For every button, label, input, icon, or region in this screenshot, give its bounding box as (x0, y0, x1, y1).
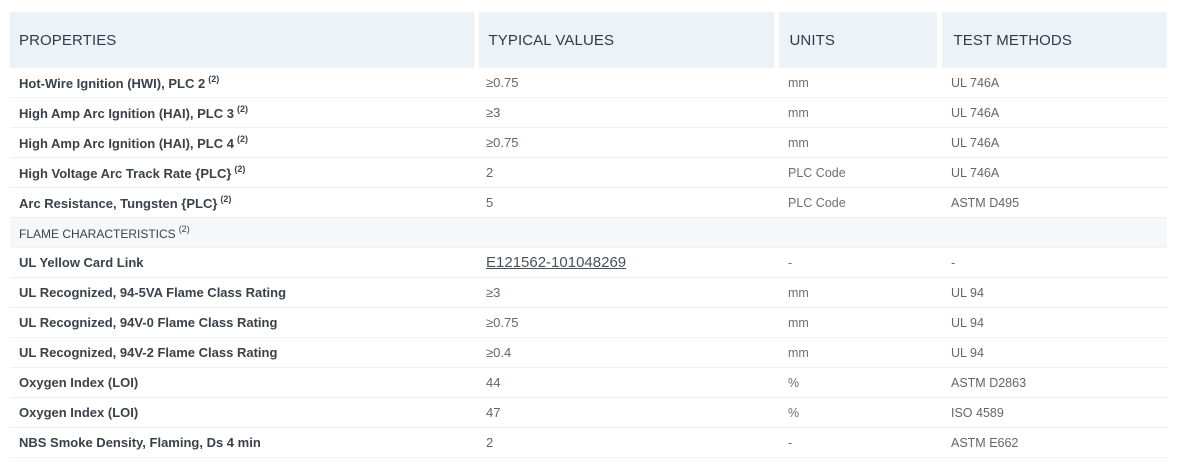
property-cell: Hot-Wire Ignition (HWI), PLC 2 (2) (10, 68, 476, 98)
value-cell: ≥0.75 (476, 68, 776, 98)
value-cell: ≥3 (476, 97, 776, 128)
table-header: PROPERTIES TYPICAL VALUES UNITS TEST MET… (10, 12, 1167, 68)
table-row: Oxygen Index (LOI) 44 % ASTM D2863 (10, 367, 1167, 398)
value-cell: 2 (476, 157, 776, 188)
unit-cell: mm (776, 127, 939, 158)
footnote-ref: (2) (236, 134, 248, 144)
method-cell: ISO 4589 (939, 397, 1167, 428)
value-cell: 2 (476, 427, 776, 458)
properties-table-container: PROPERTIES TYPICAL VALUES UNITS TEST MET… (10, 12, 1167, 458)
property-cell: Oxygen Index (LOI) (10, 397, 476, 428)
section-title: FLAME CHARACTERISTICS (2) (10, 217, 1167, 248)
footnote-ref: (2) (236, 104, 248, 114)
method-cell: UL 94 (939, 337, 1167, 368)
header-row: PROPERTIES TYPICAL VALUES UNITS TEST MET… (10, 12, 1167, 68)
property-name: High Voltage Arc Track Rate {PLC} (19, 166, 232, 181)
value-cell: E121562-101048269 (476, 247, 776, 278)
property-cell: UL Yellow Card Link (10, 247, 476, 278)
section-label: FLAME CHARACTERISTICS (19, 227, 176, 241)
unit-cell: mm (776, 97, 939, 128)
method-cell: ASTM E662 (939, 427, 1167, 458)
method-cell: ASTM D2863 (939, 367, 1167, 398)
footnote-ref: (2) (220, 194, 232, 204)
table-row: High Amp Arc Ignition (HAI), PLC 4 (2) ≥0… (10, 127, 1167, 158)
properties-table: PROPERTIES TYPICAL VALUES UNITS TEST MET… (10, 12, 1167, 458)
table-row: Arc Resistance, Tungsten {PLC} (2) 5 PLC … (10, 187, 1167, 218)
value-cell: ≥3 (476, 277, 776, 308)
property-cell: High Amp Arc Ignition (HAI), PLC 4 (2) (10, 127, 476, 158)
value-cell: 5 (476, 187, 776, 218)
ul-yellow-card-link[interactable]: E121562-101048269 (486, 254, 626, 271)
value-cell: ≥0.4 (476, 337, 776, 368)
property-cell: UL Recognized, 94V-2 Flame Class Rating (10, 337, 476, 368)
property-cell: High Amp Arc Ignition (HAI), PLC 3 (2) (10, 97, 476, 128)
method-cell: UL 746A (939, 127, 1167, 158)
property-name: Hot-Wire Ignition (HWI), PLC 2 (19, 76, 206, 91)
footnote-ref: (2) (234, 164, 246, 174)
table-body: Hot-Wire Ignition (HWI), PLC 2 (2) ≥0.75 … (10, 68, 1167, 458)
method-cell: UL 746A (939, 97, 1167, 128)
property-cell: NBS Smoke Density, Flaming, Ds 4 min (10, 427, 476, 458)
unit-cell: - (776, 247, 939, 278)
section-row-flame-characteristics: FLAME CHARACTERISTICS (2) (10, 217, 1167, 248)
unit-cell: % (776, 367, 939, 398)
table-row: Oxygen Index (LOI) 47 % ISO 4589 (10, 397, 1167, 428)
property-name: High Amp Arc Ignition (HAI), PLC 4 (19, 136, 234, 151)
table-row: NBS Smoke Density, Flaming, Ds 4 min 2 -… (10, 427, 1167, 458)
method-cell: UL 94 (939, 307, 1167, 338)
table-row: UL Recognized, 94V-2 Flame Class Rating … (10, 337, 1167, 368)
header-test-methods: TEST METHODS (939, 12, 1167, 68)
property-cell: UL Recognized, 94-5VA Flame Class Rating (10, 277, 476, 308)
value-cell: ≥0.75 (476, 307, 776, 338)
table-row: UL Recognized, 94-5VA Flame Class Rating… (10, 277, 1167, 308)
value-cell: 44 (476, 367, 776, 398)
table-row: UL Recognized, 94V-0 Flame Class Rating … (10, 307, 1167, 338)
value-cell: ≥0.75 (476, 127, 776, 158)
footnote-ref: (2) (208, 74, 220, 84)
property-cell: Arc Resistance, Tungsten {PLC} (2) (10, 187, 476, 218)
property-name: Arc Resistance, Tungsten {PLC} (19, 196, 218, 211)
property-name: High Amp Arc Ignition (HAI), PLC 3 (19, 106, 234, 121)
method-cell: UL 746A (939, 157, 1167, 188)
unit-cell: - (776, 427, 939, 458)
method-cell: UL 746A (939, 68, 1167, 98)
header-typical-values: TYPICAL VALUES (476, 12, 779, 68)
property-cell: High Voltage Arc Track Rate {PLC} (2) (10, 157, 476, 188)
method-cell: ASTM D495 (939, 187, 1167, 218)
unit-cell: mm (776, 337, 939, 368)
property-cell: UL Recognized, 94V-0 Flame Class Rating (10, 307, 476, 338)
table-row: High Voltage Arc Track Rate {PLC} (2) 2 P… (10, 157, 1167, 188)
property-cell: Oxygen Index (LOI) (10, 367, 476, 398)
unit-cell: mm (776, 277, 939, 308)
method-cell: - (939, 247, 1167, 278)
unit-cell: % (776, 397, 939, 428)
unit-cell: mm (776, 307, 939, 338)
value-cell: 47 (476, 397, 776, 428)
table-row-ul-yellow-card: UL Yellow Card Link E121562-101048269 - … (10, 247, 1167, 278)
table-row: Hot-Wire Ignition (HWI), PLC 2 (2) ≥0.75 … (10, 68, 1167, 98)
unit-cell: mm (776, 68, 939, 98)
header-units: UNITS (776, 12, 942, 68)
unit-cell: PLC Code (776, 157, 939, 188)
header-properties: PROPERTIES (10, 12, 479, 68)
method-cell: UL 94 (939, 277, 1167, 308)
table-row: High Amp Arc Ignition (HAI), PLC 3 (2) ≥3… (10, 97, 1167, 128)
footnote-ref: (2) (178, 224, 190, 234)
unit-cell: PLC Code (776, 187, 939, 218)
